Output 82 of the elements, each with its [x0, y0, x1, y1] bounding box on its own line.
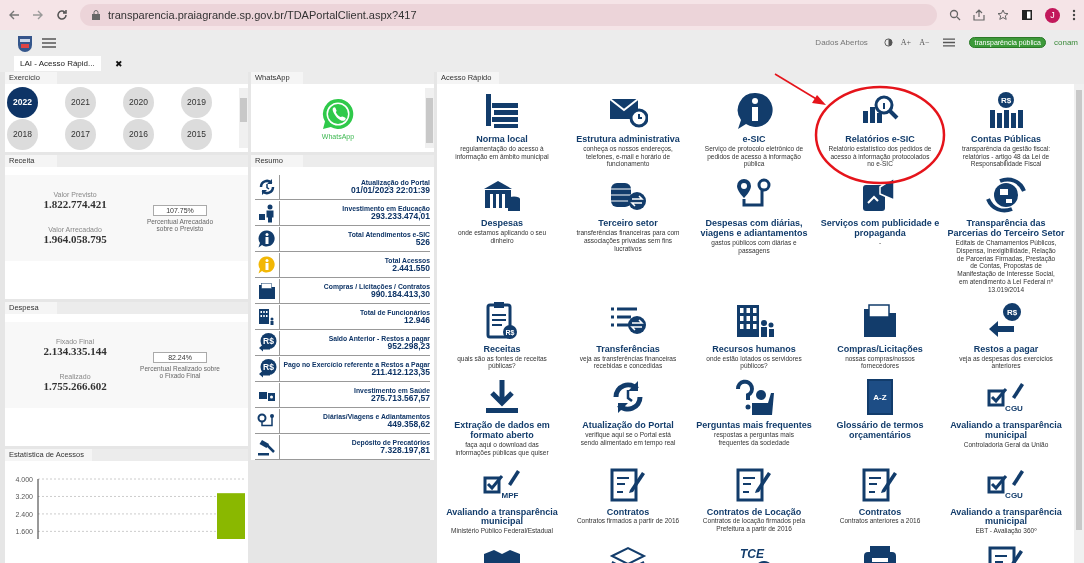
year-button[interactable]: 2016: [123, 118, 154, 150]
quick-link-title[interactable]: Transferências: [596, 344, 660, 355]
font-decrease-button[interactable]: A−: [919, 38, 930, 47]
lock-icon: [92, 10, 100, 20]
year-button[interactable]: 2018: [7, 118, 38, 150]
quick-link-title[interactable]: Contratos: [606, 507, 650, 518]
reload-icon[interactable]: [56, 9, 68, 21]
quick-link-title[interactable]: Recursos humanos: [712, 344, 796, 355]
city-crest-icon[interactable]: [16, 33, 34, 52]
summary-value: 275.713.567,57: [370, 394, 430, 403]
open-data-link[interactable]: Dados Abertos: [815, 38, 868, 47]
quick-link-title[interactable]: Transparência das Parcerias do Terceiro Setor: [945, 219, 1067, 240]
quick-link-title[interactable]: Perguntas mais frequentes: [696, 421, 812, 431]
quick-link-title[interactable]: Despesas: [481, 219, 523, 230]
scrollbar[interactable]: [425, 88, 434, 148]
year-button[interactable]: 2021: [65, 86, 96, 118]
value-amount: 1.822.774.421: [43, 198, 107, 210]
summary-value: 2.441.550: [392, 264, 430, 273]
info-icon: [257, 229, 277, 249]
folder-icon: [257, 281, 277, 301]
scrollbar[interactable]: [239, 88, 248, 148]
question-person-icon[interactable]: [734, 377, 774, 418]
summary-value: 12.946: [404, 316, 430, 325]
year-button[interactable]: 2015: [181, 118, 212, 150]
quick-link-title[interactable]: Contas Públicas: [971, 135, 1041, 145]
year-button[interactable]: 2019: [181, 86, 212, 118]
summary-value: 952.298,23: [387, 342, 430, 351]
star-icon[interactable]: [997, 9, 1009, 21]
back-icon[interactable]: [8, 9, 20, 21]
sidebar-icon[interactable]: [1021, 9, 1033, 21]
value-amount: 2.134.335.144: [43, 345, 107, 357]
quick-link-title[interactable]: Contratos de Locação: [706, 507, 802, 518]
annotation-arrow: [774, 73, 826, 105]
address-bar[interactable]: transparencia.praiagrande.sp.gov.br/TDAPortalClient.aspx?417: [80, 4, 937, 26]
summary-value: 01/01/2023 22:01:39: [351, 186, 430, 195]
summary-value: 990.184.413,30: [370, 290, 430, 299]
more-icon[interactable]: [1072, 9, 1076, 21]
year-button[interactable]: 2020: [123, 86, 154, 118]
page-tab[interactable]: LAI - Acesso Rápid...: [14, 56, 101, 71]
year-button[interactable]: 2017: [65, 118, 96, 150]
year-button[interactable]: 2022: [7, 86, 38, 118]
quick-link-title[interactable]: Norma local: [476, 135, 528, 145]
summary-value: 7.328.197,81: [380, 446, 430, 455]
quick-link-title[interactable]: Extração de dados em formato aberto: [441, 421, 563, 441]
quick-link-title[interactable]: Terceiro setor: [598, 219, 658, 230]
quick-link-title[interactable]: Avaliando a transparência municipal: [945, 421, 1067, 441]
quick-link-title[interactable]: Avaliando a transparência municipal: [441, 507, 563, 528]
quick-link-title[interactable]: Compras/Licitações: [837, 344, 923, 355]
share-icon[interactable]: [973, 9, 985, 21]
font-increase-button[interactable]: A+: [900, 38, 912, 47]
conam-logo[interactable]: conam: [1054, 38, 1078, 47]
contrast-icon[interactable]: [883, 38, 893, 47]
value-amount: 1.964.058.795: [43, 233, 107, 245]
gavel-icon: [257, 437, 277, 457]
y-axis: [37, 478, 39, 539]
quick-link-title[interactable]: Despesas com diárias, viagens e adiantamentos: [693, 219, 815, 240]
scrollbar[interactable]: [1074, 84, 1084, 563]
quick-link-title[interactable]: Restos a pagar: [973, 344, 1039, 355]
quick-link-title[interactable]: Avaliando a transparência municipal: [945, 507, 1067, 528]
summary-value: 211.412.123,35: [371, 368, 430, 377]
search-icon[interactable]: [949, 9, 961, 21]
summary-value: 449.358,62: [387, 420, 430, 429]
close-tab-button[interactable]: ✖: [114, 58, 123, 69]
quick-link-title[interactable]: Receitas: [483, 344, 521, 355]
summary-value: 293.233.474,01: [370, 212, 430, 221]
quick-link-title[interactable]: e-SIC: [742, 135, 766, 145]
refresh-clock-icon: [257, 177, 277, 197]
quick-link-title[interactable]: Serviços com publicidade e propaganda: [819, 219, 941, 240]
person-icon: [257, 203, 277, 223]
quick-link-title[interactable]: Glossário de termos orçamentários: [819, 421, 941, 441]
info-icon: [257, 255, 277, 275]
quick-link-title[interactable]: Contratos: [858, 507, 902, 518]
quick-link-title[interactable]: Estrutura administrativa: [576, 135, 680, 145]
globe-icon[interactable]: [986, 175, 1026, 216]
menu-icon[interactable]: [42, 37, 56, 48]
menu-icon[interactable]: [943, 38, 956, 47]
value-amount: 1.755.266.602: [43, 380, 107, 392]
profile-avatar[interactable]: J: [1045, 7, 1060, 23]
office-people-icon: [257, 307, 277, 327]
summary-value: 526: [415, 238, 430, 247]
quick-link-title[interactable]: Relatórios e-SIC: [845, 135, 915, 145]
quick-link-title[interactable]: Atualização do Portal: [582, 421, 674, 431]
